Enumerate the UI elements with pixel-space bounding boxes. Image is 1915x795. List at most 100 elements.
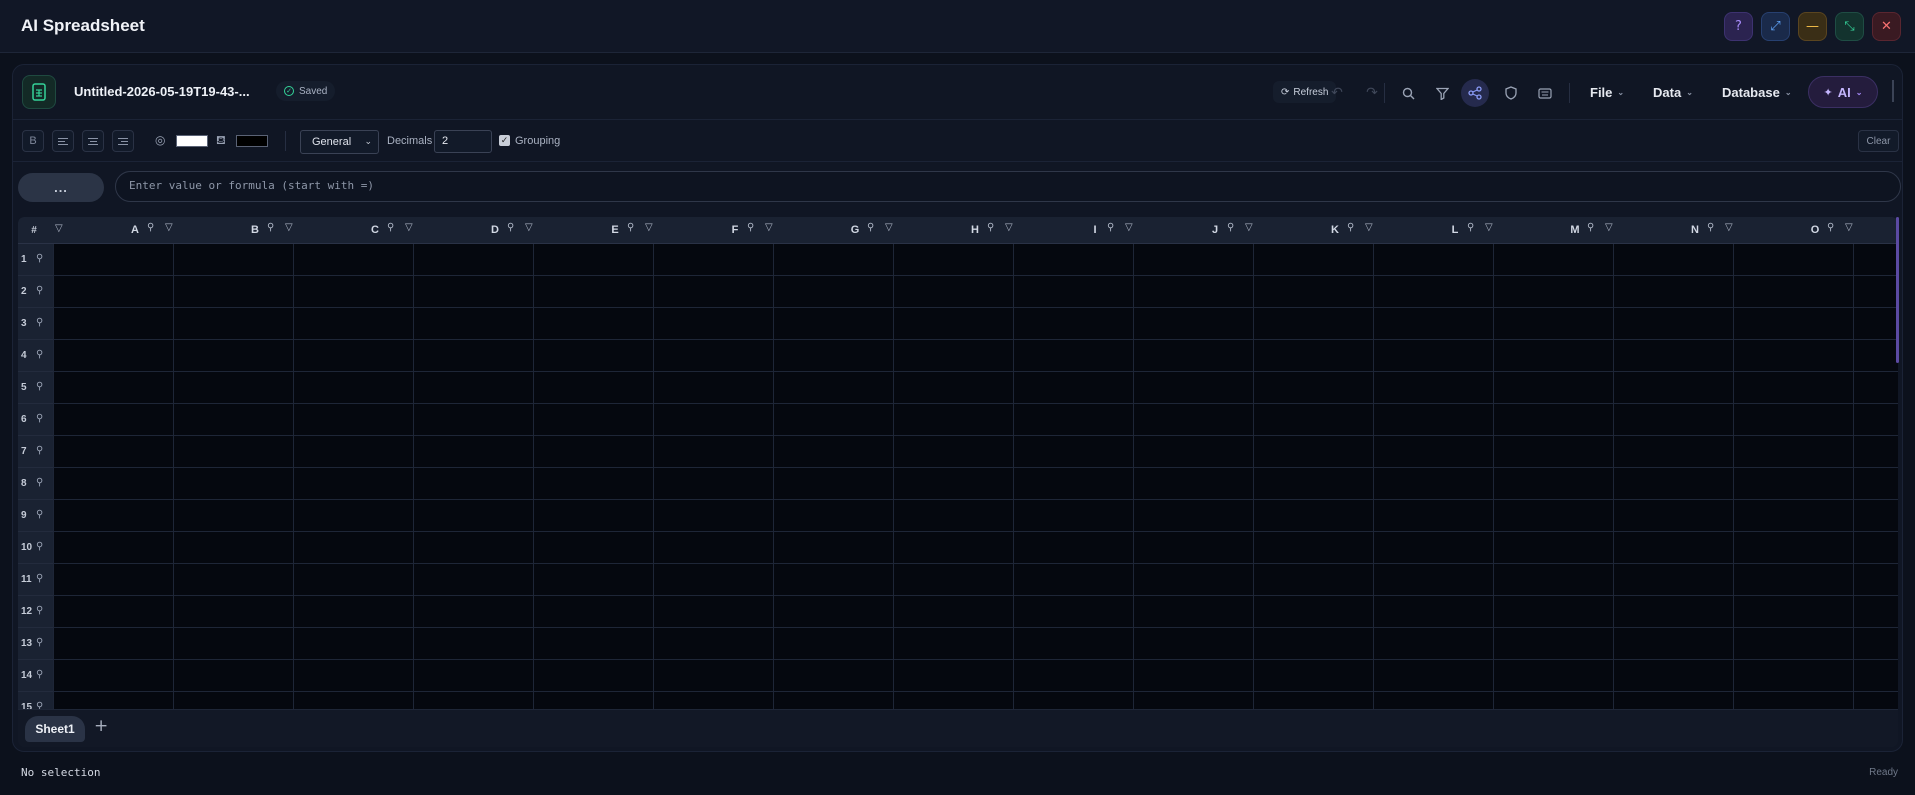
row-header[interactable]: 2 ⚲ — [18, 276, 53, 308]
row-header[interactable]: 15 ⚲ — [18, 692, 53, 709]
row-header[interactable]: 11 ⚲ — [18, 564, 53, 596]
column-header[interactable]: D ⚲ ▽ — [415, 217, 535, 244]
pin-icon[interactable]: ⚲ — [1827, 222, 1834, 233]
filter-icon[interactable]: ▽ — [1365, 222, 1373, 233]
fill-color-swatch[interactable] — [236, 135, 268, 147]
column-header[interactable]: I ⚲ ▽ — [1015, 217, 1135, 244]
row-header[interactable]: 7 ⚲ — [18, 436, 53, 468]
filter-icon[interactable]: ▽ — [1725, 222, 1733, 233]
pin-icon[interactable]: ⚲ — [1227, 222, 1234, 233]
column-header[interactable]: M ⚲ ▽ — [1495, 217, 1615, 244]
keyboard-icon[interactable] — [1531, 79, 1559, 107]
decimals-input[interactable]: 2 — [434, 130, 492, 153]
document-name[interactable]: Untitled-2026-05-19T19-43-... — [74, 84, 250, 99]
fit-icon[interactable]: ⤡ — [1835, 12, 1864, 41]
pin-icon[interactable]: ⚲ — [36, 637, 43, 648]
pin-icon[interactable]: ⚲ — [36, 477, 43, 488]
filter-icon[interactable]: ▽ — [765, 222, 773, 233]
filter-icon[interactable]: ▽ — [1245, 222, 1253, 233]
row-header[interactable]: 6 ⚲ — [18, 404, 53, 436]
column-header[interactable]: A ⚲ ▽ — [55, 217, 175, 244]
row-header[interactable]: 5 ⚲ — [18, 372, 53, 404]
pin-icon[interactable]: ⚲ — [867, 222, 874, 233]
filter-icon[interactable]: ▽ — [165, 222, 173, 233]
column-header[interactable]: J ⚲ ▽ — [1135, 217, 1255, 244]
formula-input[interactable]: Enter value or formula (start with =) — [115, 171, 1901, 202]
pin-icon[interactable]: ⚲ — [36, 509, 43, 520]
column-header[interactable]: G ⚲ ▽ — [775, 217, 895, 244]
row-header[interactable]: 13 ⚲ — [18, 628, 53, 660]
data-menu[interactable]: Data ⌄ — [1653, 85, 1693, 100]
row-header[interactable]: 14 ⚲ — [18, 660, 53, 692]
vertical-scrollbar[interactable] — [1896, 217, 1899, 363]
column-header[interactable]: L ⚲ ▽ — [1375, 217, 1495, 244]
row-header[interactable]: 4 ⚲ — [18, 340, 53, 372]
align-left-icon[interactable] — [52, 130, 74, 152]
column-header[interactable]: F ⚲ ▽ — [655, 217, 775, 244]
pin-icon[interactable]: ⚲ — [36, 669, 43, 680]
pin-icon[interactable]: ⚲ — [147, 222, 154, 233]
pin-icon[interactable]: ⚲ — [36, 381, 43, 392]
minimize-icon[interactable]: — — [1798, 12, 1827, 41]
close-icon[interactable]: ✕ — [1872, 12, 1901, 41]
column-header[interactable]: E ⚲ ▽ — [535, 217, 655, 244]
filter-icon[interactable]: ▽ — [285, 222, 293, 233]
file-menu[interactable]: File ⌄ — [1590, 85, 1624, 100]
pin-icon[interactable]: ⚲ — [387, 222, 394, 233]
pin-icon[interactable]: ⚲ — [36, 349, 43, 360]
pin-icon[interactable]: ⚲ — [36, 541, 43, 552]
number-format-select[interactable]: General ⌄ — [300, 130, 379, 154]
column-header[interactable]: O ⚲ ▽ — [1735, 217, 1855, 244]
pin-icon[interactable]: ⚲ — [36, 701, 43, 709]
row-header[interactable]: 3 ⚲ — [18, 308, 53, 340]
column-header[interactable]: C ⚲ ▽ — [295, 217, 415, 244]
filter-icon[interactable]: ▽ — [1125, 222, 1133, 233]
pin-icon[interactable]: ⚲ — [987, 222, 994, 233]
help-icon[interactable]: ? — [1724, 12, 1753, 41]
pin-icon[interactable]: ⚲ — [36, 285, 43, 296]
filter-icon[interactable]: ▽ — [1485, 222, 1493, 233]
row-header[interactable]: 1 ⚲ — [18, 244, 53, 276]
ai-button[interactable]: ✦ AI ⌄ — [1808, 76, 1878, 108]
pin-icon[interactable]: ⚲ — [1467, 222, 1474, 233]
row-header[interactable]: 9 ⚲ — [18, 500, 53, 532]
pin-icon[interactable]: ⚲ — [1347, 222, 1354, 233]
pin-icon[interactable]: ⚲ — [627, 222, 634, 233]
filter-icon[interactable]: ▽ — [1005, 222, 1013, 233]
column-header[interactable]: H ⚲ ▽ — [895, 217, 1015, 244]
pin-icon[interactable]: ⚲ — [36, 605, 43, 616]
filter-icon[interactable]: ▽ — [1605, 222, 1613, 233]
undo-icon[interactable]: ↶ — [1323, 79, 1351, 107]
pin-icon[interactable]: ⚲ — [507, 222, 514, 233]
tab-sheet1[interactable]: Sheet1 — [25, 716, 85, 742]
clear-button[interactable]: Clear — [1858, 130, 1899, 152]
align-right-icon[interactable] — [112, 130, 134, 152]
column-header[interactable]: B ⚲ ▽ — [175, 217, 295, 244]
filter-icon[interactable]: ▽ — [645, 222, 653, 233]
row-header[interactable]: 8 ⚲ — [18, 468, 53, 500]
pin-icon[interactable]: ⚲ — [36, 317, 43, 328]
cell-reference-box[interactable]: ... — [18, 173, 104, 202]
row-header[interactable]: 10 ⚲ — [18, 532, 53, 564]
pin-icon[interactable]: ⚲ — [1707, 222, 1714, 233]
maximize-icon[interactable]: ⤢ — [1761, 12, 1790, 41]
database-menu[interactable]: Database ⌄ — [1722, 85, 1792, 100]
pin-icon[interactable]: ⚲ — [1107, 222, 1114, 233]
filter-icon[interactable]: ▽ — [405, 222, 413, 233]
column-header[interactable]: N ⚲ ▽ — [1615, 217, 1735, 244]
share-icon[interactable] — [1461, 79, 1489, 107]
text-color-swatch[interactable] — [176, 135, 208, 147]
pin-icon[interactable]: ⚲ — [36, 573, 43, 584]
pin-icon[interactable]: ⚲ — [1587, 222, 1594, 233]
filter-icon[interactable]: ▽ — [1845, 222, 1853, 233]
filter-icon[interactable]: ▽ — [525, 222, 533, 233]
search-icon[interactable] — [1394, 79, 1422, 107]
pin-icon[interactable]: ⚲ — [36, 413, 43, 424]
shield-icon[interactable] — [1497, 79, 1525, 107]
pin-icon[interactable]: ⚲ — [36, 445, 43, 456]
add-sheet-button[interactable]: + — [94, 716, 108, 736]
filter-icon[interactable] — [1428, 79, 1456, 107]
bold-button[interactable]: B — [22, 130, 44, 152]
filter-icon[interactable]: ▽ — [885, 222, 893, 233]
pin-icon[interactable]: ⚲ — [267, 222, 274, 233]
